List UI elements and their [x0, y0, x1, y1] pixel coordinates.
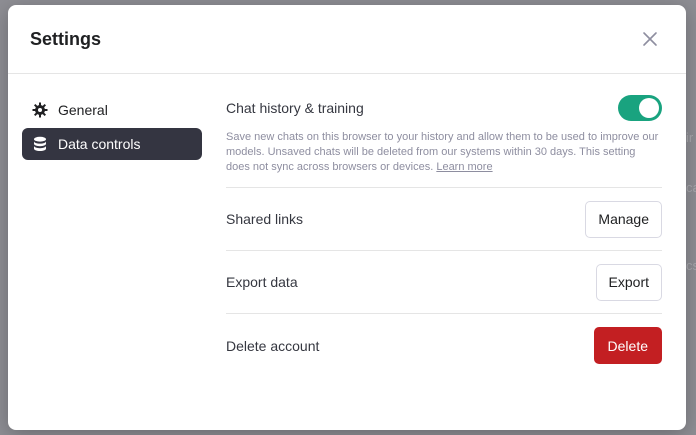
delete-account-label: Delete account — [226, 337, 320, 354]
chat-history-label: Chat history & training — [226, 100, 364, 116]
chat-history-toggle[interactable] — [618, 95, 662, 121]
modal-body: General Data controls Chat history & tra… — [8, 74, 686, 377]
toggle-knob — [639, 98, 659, 118]
learn-more-link[interactable]: Learn more — [436, 161, 492, 173]
data-controls-panel: Chat history & training Save new chats o… — [226, 94, 662, 377]
manage-button[interactable]: Manage — [585, 200, 662, 238]
database-icon — [32, 136, 48, 152]
chat-history-section: Chat history & training Save new chats o… — [226, 94, 662, 188]
export-data-row: Export data Export — [226, 251, 662, 314]
backdrop-hint: ca — [686, 180, 696, 195]
sidebar-item-label: Data controls — [58, 136, 141, 152]
sidebar-item-label: General — [58, 102, 108, 118]
shared-links-row: Shared links Manage — [226, 188, 662, 251]
shared-links-label: Shared links — [226, 211, 304, 227]
sidebar-item-data-controls[interactable]: Data controls — [22, 128, 202, 160]
settings-modal: Settings General Data controls Chat hist… — [8, 5, 686, 430]
export-data-label: Export data — [226, 274, 298, 290]
delete-button[interactable]: Delete — [593, 327, 662, 364]
chat-history-description: Save new chats on this browser to your h… — [226, 130, 662, 175]
export-button[interactable]: Export — [595, 263, 662, 301]
modal-header: Settings — [8, 5, 686, 74]
sidebar-item-general[interactable]: General — [22, 94, 202, 126]
delete-account-row: Delete account Delete — [226, 314, 662, 377]
modal-title: Settings — [30, 28, 102, 49]
gear-icon — [32, 102, 48, 118]
close-button[interactable] — [638, 27, 662, 51]
settings-sidebar: General Data controls — [22, 94, 202, 377]
backdrop-hint: cs — [686, 258, 696, 273]
close-icon — [643, 32, 657, 46]
backdrop-hint: ir — [686, 130, 694, 145]
